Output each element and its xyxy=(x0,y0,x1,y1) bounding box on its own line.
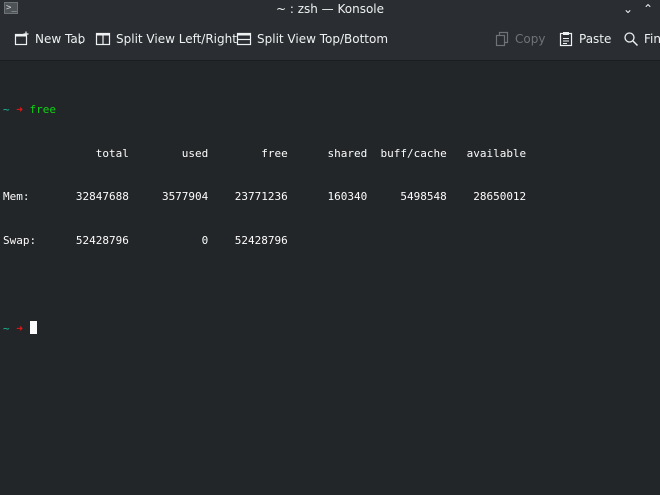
active-prompt-line: ~ ➜ xyxy=(3,320,660,336)
command-line: ~ ➜ free xyxy=(3,103,660,118)
split-vertical-icon xyxy=(95,31,111,47)
window-title: ~ : zsh — Konsole xyxy=(275,2,385,16)
split-view-left-right-label: Split View Left/Right xyxy=(116,32,237,46)
paste-button[interactable]: Paste xyxy=(558,29,611,49)
prompt-arrow: ➜ xyxy=(16,321,23,335)
new-tab-dropdown-icon[interactable]: ⌄ xyxy=(77,37,84,46)
split-view-left-right-button[interactable]: Split View Left/Right xyxy=(95,29,237,49)
prompt-path: ~ xyxy=(3,103,10,116)
text-cursor xyxy=(29,320,37,334)
search-icon xyxy=(623,31,639,47)
find-button[interactable]: Find xyxy=(623,29,660,49)
prompt-arrow: ➜ xyxy=(16,103,23,116)
konsole-window: >_ ~ : zsh — Konsole ⌄ ⌃ New Tab Split V… xyxy=(0,0,660,495)
find-label: Find xyxy=(644,32,660,46)
command-text: free xyxy=(29,103,57,116)
split-horizontal-icon xyxy=(236,31,252,47)
output-swap-row: Swap: 52428796 0 52428796 xyxy=(3,233,288,247)
paste-label: Paste xyxy=(579,32,612,46)
output-mem-row: Mem: 32847688 3577904 23771236 160340 54… xyxy=(3,190,527,203)
split-view-top-bottom-button[interactable]: Split View Top/Bottom xyxy=(236,29,388,49)
output-header-row: total used free shared buff/cache availa… xyxy=(3,146,527,160)
paste-icon xyxy=(558,31,574,47)
title-bar: >_ ~ : zsh — Konsole ⌄ ⌃ xyxy=(0,0,660,18)
toolbar: New Tab Split View Left/Right Split View… xyxy=(0,18,660,61)
new-tab-icon xyxy=(14,31,30,47)
new-tab-button[interactable]: New Tab xyxy=(14,29,85,49)
split-view-top-bottom-label: Split View Top/Bottom xyxy=(257,32,389,46)
minimize-icon[interactable]: ⌄ xyxy=(620,1,636,17)
maximize-icon[interactable]: ⌃ xyxy=(640,1,656,17)
copy-label: Copy xyxy=(515,32,546,46)
copy-button[interactable]: Copy xyxy=(494,29,545,49)
copy-icon xyxy=(494,31,510,47)
terminal-view[interactable]: ~ ➜ free total used free shared buff/cac… xyxy=(0,61,660,495)
prompt-path: ~ xyxy=(3,321,10,335)
